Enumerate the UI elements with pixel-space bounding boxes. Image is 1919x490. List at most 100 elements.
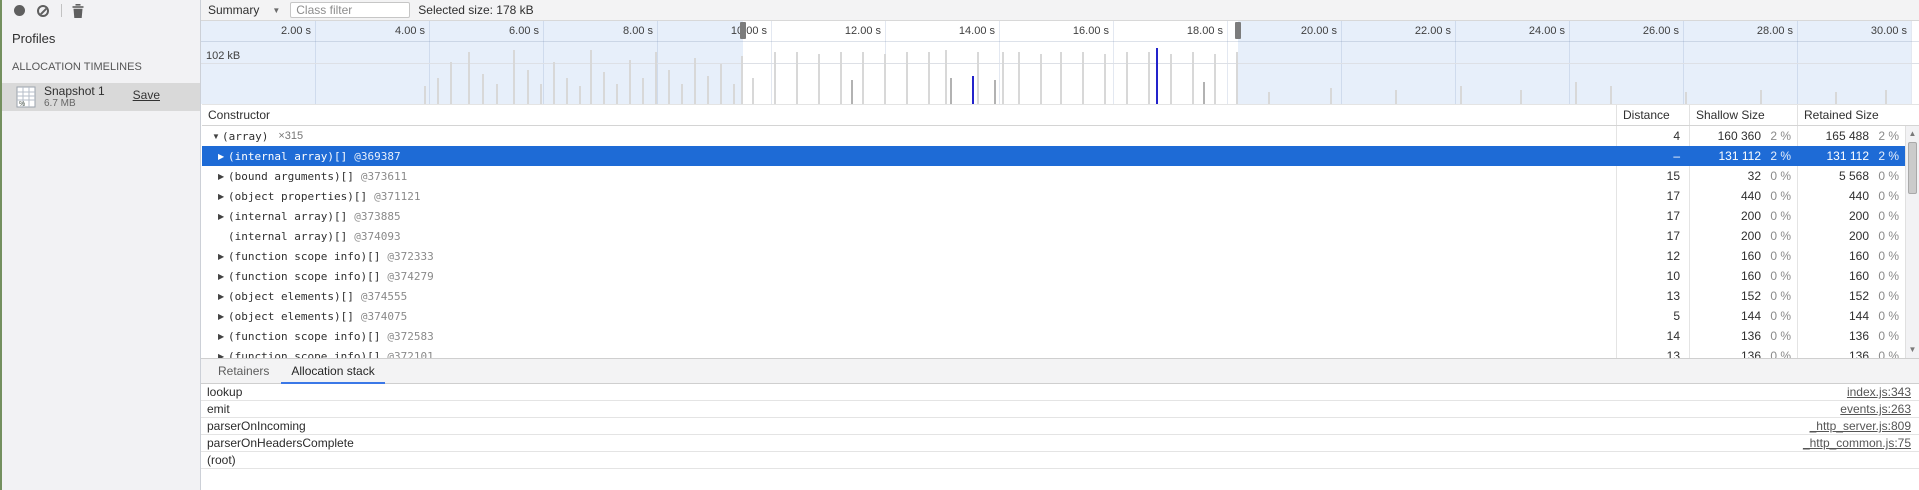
allocation-timeline-overview[interactable]: 2.00 s4.00 s6.00 s8.00 s10.00 s12.00 s14… [201, 21, 1919, 104]
constructor-cell: ▶(function scope info)[]@372333 [202, 246, 1616, 266]
stack-frame-row[interactable]: (root) [201, 452, 1919, 469]
allocation-spike [818, 54, 820, 104]
expand-arrow-icon[interactable]: ▶ [218, 252, 228, 261]
table-row[interactable]: ▶(function scope info)[]@372583141360 %1… [202, 326, 1905, 346]
expand-arrow-icon[interactable]: ▶ [218, 192, 228, 201]
table-row[interactable]: ▶(function scope info)[]@372333121600 %1… [202, 246, 1905, 266]
retained-size-percent: 0 % [1869, 169, 1905, 183]
source-location-link[interactable]: index.js:343 [1847, 385, 1911, 399]
shallow-size-value: 144 [1690, 309, 1761, 323]
stack-frame-row[interactable]: lookupindex.js:343 [201, 384, 1919, 401]
constructor-cell: (internal array)[]@374093 [202, 226, 1616, 246]
timeline-tick-label: 20.00 s [1301, 25, 1341, 37]
table-row[interactable]: ▶(internal array)[]@373885172000 %2000 % [202, 206, 1905, 226]
expand-arrow-icon[interactable]: ▶ [218, 272, 228, 281]
record-button[interactable] [10, 2, 28, 20]
object-id: @372333 [387, 250, 433, 263]
allocation-spike [496, 84, 498, 104]
snapshot-save-link[interactable]: Save [133, 88, 160, 102]
allocation-spike [752, 78, 754, 104]
delete-profile-button[interactable] [69, 2, 87, 20]
expand-arrow-icon[interactable]: ▶ [218, 312, 228, 321]
timeline-tick-label: 22.00 s [1415, 25, 1455, 37]
scrollbar-thumb[interactable] [1908, 142, 1917, 194]
stack-frame-row[interactable]: emitevents.js:263 [201, 401, 1919, 418]
column-header-retained-size[interactable]: Retained Size [1797, 105, 1905, 125]
shallow-size-percent: 0 % [1761, 189, 1797, 203]
selection-left-handle[interactable] [740, 22, 746, 39]
retained-size-percent: 0 % [1869, 289, 1905, 303]
constructor-cell: ▶(internal array)[]@369387 [202, 146, 1616, 166]
allocation-spike [774, 52, 776, 104]
shallow-size-percent: 2 % [1761, 129, 1797, 143]
column-header-shallow-size[interactable]: Shallow Size [1689, 105, 1797, 125]
allocation-spike [928, 52, 930, 104]
shallow-size-percent: 0 % [1761, 289, 1797, 303]
column-header-constructor[interactable]: Constructor [202, 105, 1616, 125]
retained-size-value: 144 [1798, 309, 1869, 323]
constructor-cell: ▶(function scope info)[]@372101 [202, 346, 1616, 358]
retained-size-percent: 2 % [1869, 129, 1905, 143]
table-row[interactable]: ▶(object properties)[]@371121174400 %440… [202, 186, 1905, 206]
stack-frame-row[interactable]: parserOnHeadersComplete_http_common.js:7… [201, 435, 1919, 452]
allocation-spike [1610, 86, 1612, 104]
clear-button[interactable] [34, 2, 52, 20]
table-row[interactable]: ▶(object elements)[]@374555131520 %1520 … [202, 286, 1905, 306]
stack-frame-row[interactable]: parserOnIncoming_http_server.js:809 [201, 418, 1919, 435]
allocation-spike [1002, 52, 1004, 104]
source-location-link[interactable]: events.js:263 [1840, 402, 1911, 416]
class-filter-input[interactable] [290, 2, 410, 18]
instance-count: ×315 [278, 130, 303, 142]
sidebar-section-allocation-timelines: ALLOCATION TIMELINES [12, 61, 142, 73]
chevron-down-icon[interactable]: ▼ [272, 6, 280, 15]
table-row[interactable]: ▶(object elements)[]@37407551440 %1440 % [202, 306, 1905, 326]
retained-size-cell: 1600 % [1797, 246, 1905, 266]
shallow-size-cell: 1520 % [1689, 286, 1797, 306]
allocation-spike [733, 84, 735, 104]
shallow-size-cell: 320 % [1689, 166, 1797, 186]
constructor-cell: ▼(array)×315 [202, 126, 1616, 146]
allocation-spike [527, 70, 529, 104]
expand-arrow-icon[interactable]: ▶ [218, 172, 228, 181]
allocation-spike [590, 50, 592, 104]
table-row[interactable]: ▶(internal array)[]@369387–131 1122 %131… [202, 146, 1905, 166]
shallow-size-value: 160 360 [1690, 129, 1761, 143]
grid-scrollbar[interactable]: ▲ ▼ [1905, 126, 1919, 358]
tab-allocation-stack[interactable]: Allocation stack [280, 359, 385, 383]
table-row[interactable]: ▼(array)×3154160 3602 %165 4882 % [202, 126, 1905, 146]
distance-cell: 17 [1616, 206, 1689, 226]
allocation-spike [1104, 54, 1106, 104]
perspective-select[interactable]: Summary [208, 3, 259, 17]
allocation-spike [741, 56, 743, 104]
expand-arrow-icon[interactable]: ▶ [218, 212, 228, 221]
source-location-link[interactable]: _http_common.js:75 [1803, 436, 1911, 450]
grid-header: Constructor Distance Shallow Size Retain… [202, 104, 1919, 126]
allocation-spike [1520, 90, 1522, 104]
source-location-link[interactable]: _http_server.js:809 [1810, 419, 1911, 433]
retained-size-cell: 4400 % [1797, 186, 1905, 206]
expand-arrow-icon[interactable]: ▶ [218, 292, 228, 301]
expand-arrow-icon[interactable]: ▶ [218, 332, 228, 341]
allocation-spike [720, 64, 722, 104]
column-header-distance[interactable]: Distance [1616, 105, 1689, 125]
tab-retainers[interactable]: Retainers [207, 359, 280, 383]
object-id: @371121 [374, 190, 420, 203]
expand-arrow-icon[interactable]: ▶ [218, 152, 228, 161]
constructor-name: (function scope info)[] [228, 350, 380, 359]
selection-right-handle[interactable] [1235, 22, 1241, 39]
scroll-down-icon[interactable]: ▼ [1906, 344, 1919, 356]
constructor-cell: ▶(object properties)[]@371121 [202, 186, 1616, 206]
scroll-up-icon[interactable]: ▲ [1906, 128, 1919, 140]
sidebar-item-snapshot-1[interactable]: % Snapshot 1 6.7 MB Save [2, 83, 200, 111]
retained-size-cell: 2000 % [1797, 226, 1905, 246]
allocation-spike [862, 52, 864, 104]
allocation-spike [1126, 52, 1128, 104]
object-id: @374093 [354, 230, 400, 243]
expanded-arrow-icon[interactable]: ▼ [212, 132, 222, 141]
table-row[interactable]: ▶(function scope info)[]@372101131360 %1… [202, 346, 1905, 358]
toolbar-separator [61, 4, 62, 17]
table-row[interactable]: (internal array)[]@374093172000 %2000 % [202, 226, 1905, 246]
shallow-size-value: 136 [1690, 329, 1761, 343]
table-row[interactable]: ▶(function scope info)[]@374279101600 %1… [202, 266, 1905, 286]
table-row[interactable]: ▶(bound arguments)[]@37361115320 %5 5680… [202, 166, 1905, 186]
